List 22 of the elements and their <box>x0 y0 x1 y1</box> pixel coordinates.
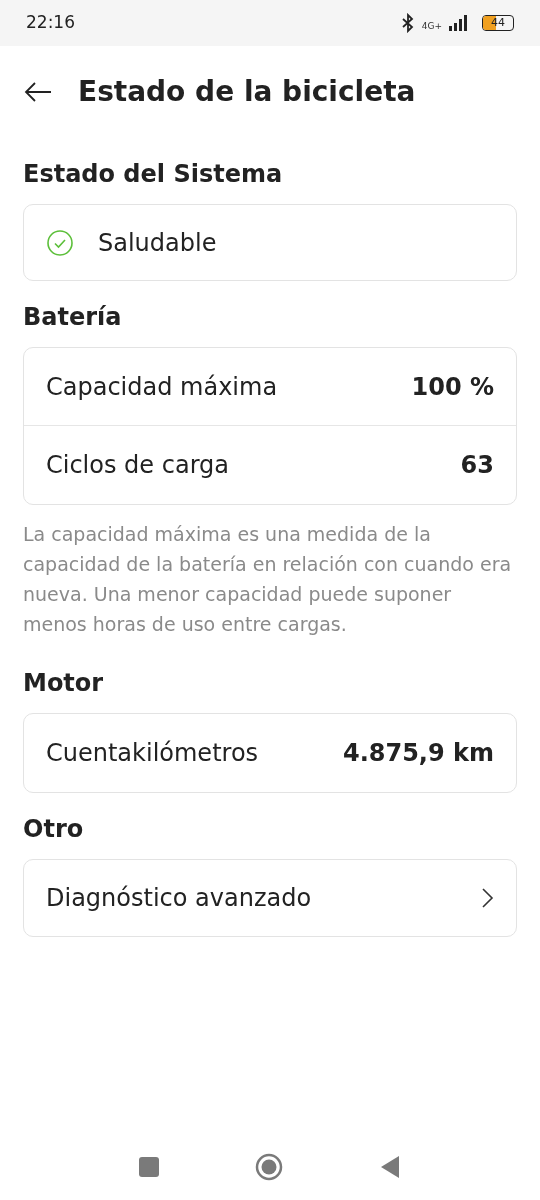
row-value: 100 % <box>411 371 494 403</box>
section-title: Otro <box>23 814 85 845</box>
back-button[interactable] <box>24 82 52 102</box>
row-value: 4.875,9 km <box>342 738 494 769</box>
section-title: Motor <box>23 668 105 699</box>
row-label: Cuentakilómetros <box>46 738 259 769</box>
back-nav-button[interactable] <box>379 1155 401 1179</box>
chevron-right-icon <box>480 887 494 909</box>
clock: 22:16 <box>26 11 75 35</box>
battery-note: La capacidad máxima es una medida de la capacidad de la batería en relación con cuando era nueva. Una menor capacidad puede suponer menos horas de uso entre cargas. <box>23 522 513 637</box>
row-value: 63 <box>460 450 494 481</box>
signal-icon <box>448 15 470 31</box>
network-type: 4G+ <box>421 20 442 34</box>
page-title: Estado de la bicicleta <box>78 74 416 110</box>
back-arrow-icon <box>24 82 52 102</box>
row-label: Capacidad máxima <box>46 371 278 403</box>
status-text: Saludable <box>98 227 217 259</box>
section-title: Batería <box>23 302 123 333</box>
section-title: Estado del Sistema <box>23 159 284 190</box>
row-label: Ciclos de carga <box>46 450 230 481</box>
home-button[interactable] <box>255 1153 283 1181</box>
diagnostics-row[interactable]: Diagnóstico avanzado <box>24 860 516 936</box>
